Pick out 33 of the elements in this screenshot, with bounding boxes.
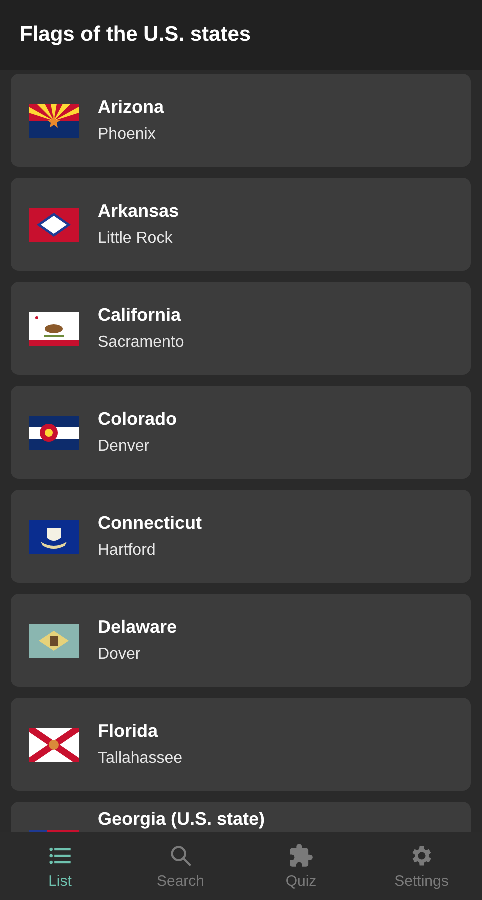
capital-name: Sacramento — [98, 334, 184, 352]
app-title: Flags of the U.S. states — [20, 23, 252, 47]
flag-icon — [29, 520, 79, 554]
flag-icon — [29, 728, 79, 762]
flag-icon — [29, 624, 79, 658]
state-card[interactable]: Arizona Phoenix — [11, 74, 471, 167]
nav-tab[interactable]: List — [0, 832, 120, 900]
capital-name: Phoenix — [98, 126, 157, 144]
capital-name: Tallahassee — [98, 750, 182, 768]
flag-icon — [29, 208, 79, 242]
state-card[interactable]: Florida Tallahassee — [11, 698, 471, 791]
state-card[interactable]: Arkansas Little Rock — [11, 178, 471, 271]
flag-icon — [29, 312, 79, 346]
state-name: Colorado — [98, 409, 177, 430]
puzzle-icon — [288, 842, 314, 868]
state-name: Georgia (U.S. state) — [98, 809, 266, 830]
state-card[interactable]: Delaware Dover — [11, 594, 471, 687]
state-name: Delaware — [98, 617, 178, 638]
state-card[interactable]: Colorado Denver — [11, 386, 471, 479]
state-name: Florida — [98, 721, 160, 742]
state-name: Arkansas — [98, 201, 180, 222]
flag-icon — [29, 416, 79, 450]
capital-name: Dover — [98, 646, 142, 664]
flag-icon — [29, 104, 79, 138]
capital-name: Little Rock — [98, 230, 174, 248]
state-name: California — [98, 305, 182, 326]
capital-name: Hartford — [98, 542, 157, 560]
state-card[interactable]: California Sacramento — [11, 282, 471, 375]
state-card[interactable]: Connecticut Hartford — [11, 490, 471, 583]
capital-name: Denver — [98, 438, 151, 456]
state-name: Connecticut — [98, 513, 202, 534]
state-name: Arizona — [98, 97, 164, 118]
state-card[interactable]: Georgia (U.S. state) — [11, 802, 471, 832]
